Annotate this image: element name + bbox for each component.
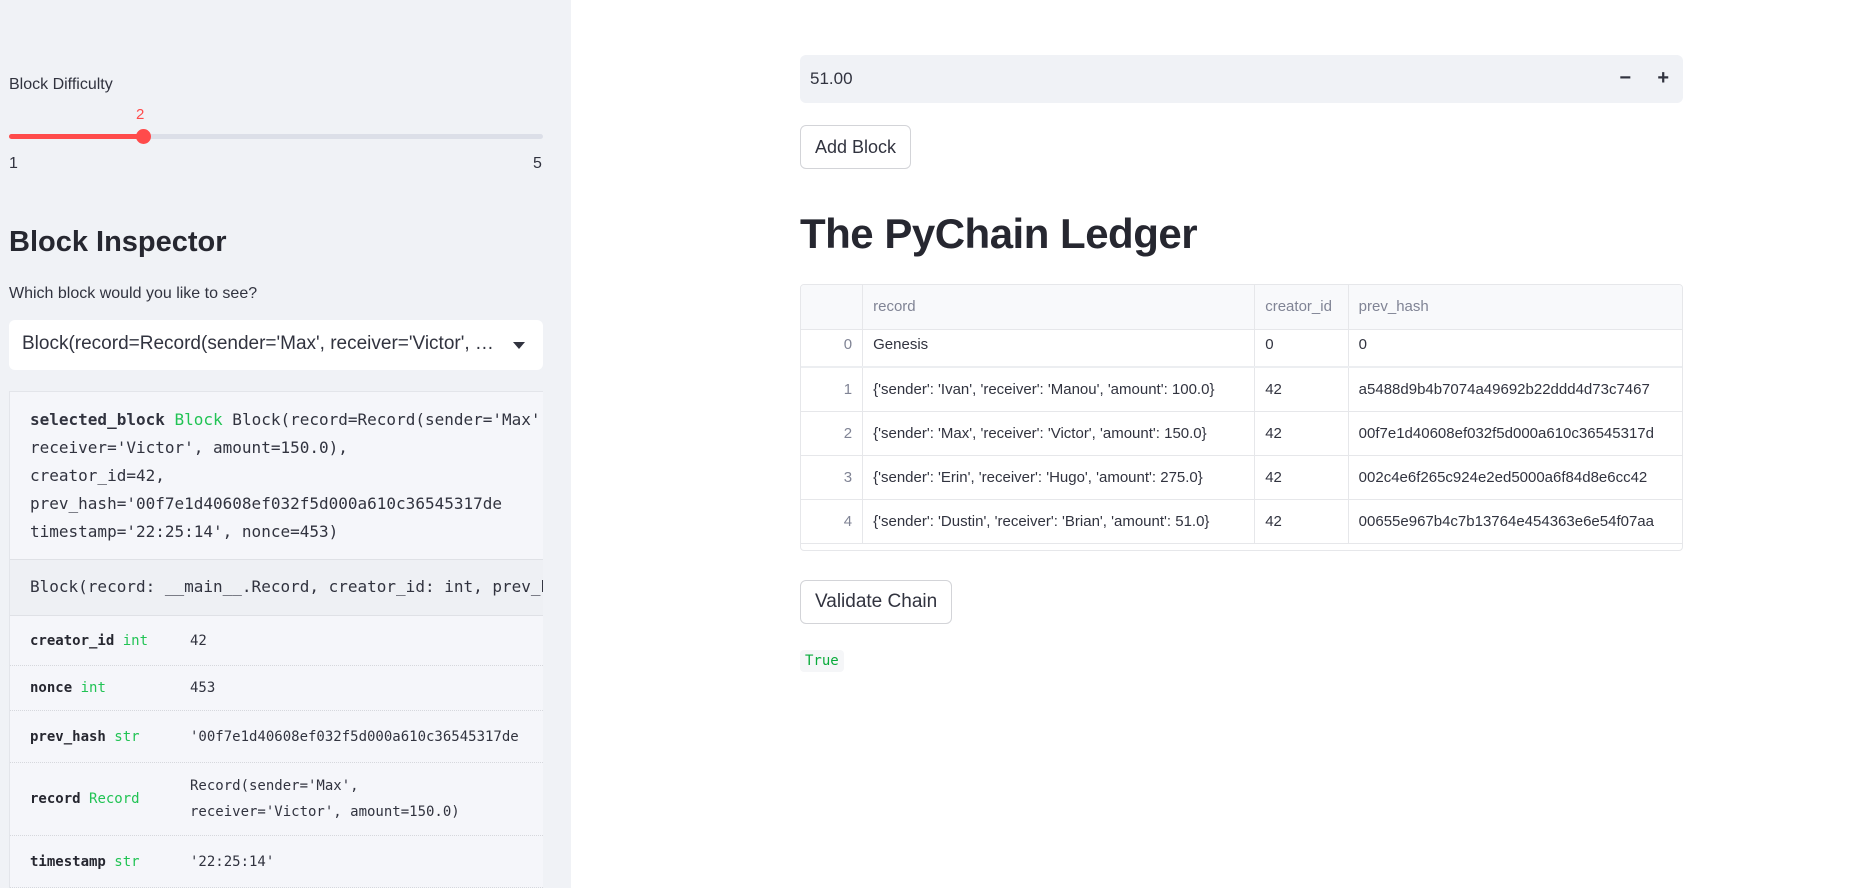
code-line: creator_id=42, — [30, 466, 165, 485]
attribute-key: prev_hash — [30, 728, 106, 745]
validation-result: True — [800, 650, 844, 672]
slider-thumb[interactable] — [135, 129, 151, 144]
attribute-row: prev_hash str '00f7e1d40608ef032f5d000a61… — [10, 711, 543, 763]
amount-value: 51.00 — [810, 69, 853, 88]
add-block-button[interactable]: Add Block — [800, 125, 912, 169]
slider-max: 5 — [533, 155, 542, 172]
difficulty-slider[interactable] — [9, 129, 543, 144]
attribute-row: nonce int 453 — [10, 666, 543, 711]
increment-button[interactable]: + — [1657, 67, 1669, 90]
slider-min: 1 — [9, 155, 18, 172]
table-cell: 42 — [1255, 412, 1349, 455]
table-row: 4 {'sender': 'Dustin', 'receiver': 'Brian… — [801, 500, 1682, 544]
table-cell: 0 — [1255, 330, 1349, 366]
table-cell: Genesis — [863, 330, 1256, 366]
column-header: record — [863, 285, 1256, 329]
validate-chain-button[interactable]: Validate Chain — [800, 580, 953, 624]
table-cell: 4 — [801, 500, 864, 543]
attribute-key: nonce — [30, 680, 73, 696]
table-row: 0 Genesis 0 0 — [801, 330, 1682, 368]
var-name: selected_block — [30, 410, 165, 429]
block-inspector-panel: selected_block Block Block(record=Record… — [9, 391, 543, 888]
table-cell: {'sender': 'Erin', 'receiver': 'Hugo', '… — [863, 456, 1256, 499]
table-cell: 2 — [801, 412, 864, 455]
table-header: record creator_id prev_hash — [801, 285, 1682, 330]
var-type: Block — [174, 410, 223, 429]
attribute-type: int — [80, 680, 106, 696]
table-cell: 0 — [801, 330, 864, 366]
table-cell: 0 — [1358, 336, 1368, 353]
attribute-name: nonce int — [30, 680, 190, 696]
table-cell: {'sender': 'Ivan', 'receiver': 'Manou', … — [863, 368, 1256, 411]
code-line: prev_hash='00f7e1d40608ef032f5d000a610c3… — [30, 494, 503, 513]
block-select-value: Block(record=Record(sender='Max', receiv… — [22, 333, 494, 354]
column-header: creator_id — [1255, 285, 1349, 329]
table-cell: a5488d9b4b7074a49692b22ddd4d73c7467 — [1358, 381, 1650, 398]
table-cell: 00655e967b4c7b13764e454363e6e54f07aa — [1358, 513, 1654, 530]
column-header — [801, 285, 864, 329]
attribute-type: str — [114, 853, 140, 870]
sidebar: Block Difficulty 2 1 5 Block Inspector W… — [0, 0, 571, 888]
attribute-row: record Record Record(sender='Max', receiv… — [10, 763, 543, 836]
table-cell: 3 — [801, 456, 864, 499]
attribute-value: 453 — [190, 680, 216, 696]
table-cell: {'sender': 'Max', 'receiver': 'Victor', … — [863, 412, 1256, 455]
attribute-type: int — [122, 632, 149, 649]
table-cell: 1 — [801, 368, 864, 411]
table-cell: 42 — [1255, 368, 1349, 411]
amount-input[interactable]: 51.00 − + — [800, 55, 1683, 103]
chevron-down-icon[interactable] — [513, 342, 525, 349]
table-cell: 00f7e1d40608ef032f5d000a610c36545317d — [1358, 425, 1654, 442]
table-row: 1 {'sender': 'Ivan', 'receiver': 'Manou',… — [801, 368, 1682, 412]
code-line: timestamp='22:25:14', nonce=453) — [30, 522, 339, 541]
attribute-type: str — [114, 728, 140, 745]
column-header: prev_hash — [1358, 298, 1429, 315]
attribute-value: 42 — [190, 632, 207, 649]
table-row: 3 {'sender': 'Erin', 'receiver': 'Hugo', … — [801, 456, 1682, 500]
block-signature: Block(record: __main__.Record, creator_i… — [10, 560, 543, 616]
difficulty-label: Block Difficulty — [9, 76, 113, 93]
attribute-name: record Record — [30, 791, 190, 807]
table-cell: 42 — [1255, 500, 1349, 543]
attribute-name: timestamp str — [30, 854, 190, 870]
attribute-row: timestamp str '22:25:14' — [10, 836, 543, 888]
decrement-button[interactable]: − — [1619, 67, 1631, 90]
attribute-name: prev_hash str — [30, 729, 190, 745]
block-select[interactable]: Block(record=Record(sender='Max', receiv… — [9, 320, 543, 370]
slider-value: 2 — [136, 106, 145, 123]
attribute-value: '00f7e1d40608ef032f5d000a610c36545317de — [190, 728, 519, 745]
block-repr: selected_block Block Block(record=Record… — [10, 392, 543, 560]
code-line: Block(record=Record(sender='Max', — [222, 410, 543, 429]
attribute-row: creator_id int 42 — [10, 616, 543, 666]
attribute-key: creator_id — [30, 632, 115, 649]
attribute-value: Record(sender='Max', receiver='Victor', … — [190, 778, 460, 820]
table-cell: 42 — [1255, 456, 1349, 499]
table-row: 2 {'sender': 'Max', 'receiver': 'Victor',… — [801, 412, 1682, 456]
table-cell: {'sender': 'Dustin', 'receiver': 'Brian'… — [863, 500, 1256, 543]
attribute-value: '22:25:14' — [190, 853, 275, 870]
table-cell: 002c4e6f265c924e2ed5000a6f84d8e6cc42 — [1358, 469, 1648, 486]
attribute-name: creator_id int — [30, 633, 190, 649]
inspector-prompt: Which block would you like to see? — [9, 285, 258, 302]
slider-fill — [9, 134, 143, 139]
page-title: The PyChain Ledger — [800, 210, 1198, 257]
attribute-type: Record — [89, 791, 140, 807]
attribute-key: record — [30, 791, 81, 807]
code-line: receiver='Victor', amount=150.0), — [30, 438, 348, 457]
inspector-heading: Block Inspector — [9, 226, 227, 258]
ledger-table: record creator_id prev_hash 0 Genesis 0 0 1 {'se… — [800, 284, 1683, 551]
attribute-key: timestamp — [30, 853, 106, 870]
